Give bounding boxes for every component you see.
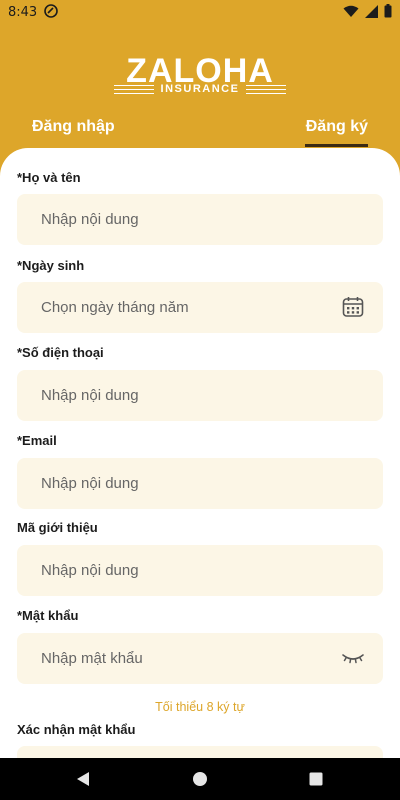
active-tab-indicator bbox=[305, 144, 368, 147]
brand-logo: ZALOHA INSURANCE bbox=[0, 52, 400, 100]
confirm-password-label: Xác nhận mật khẩu bbox=[17, 722, 136, 737]
password-label: *Mật khẩu bbox=[17, 608, 79, 623]
phone-label: *Số điện thoại bbox=[17, 345, 104, 360]
phone-field[interactable] bbox=[17, 370, 383, 421]
password-hint: Tối thiểu 8 ký tự bbox=[155, 700, 245, 714]
logo-subtitle: INSURANCE bbox=[160, 83, 240, 95]
battery-icon bbox=[384, 4, 392, 18]
birth-date-field[interactable] bbox=[17, 282, 383, 333]
birth-date-label: *Ngày sinh bbox=[17, 258, 85, 273]
logo-subtitle-block: INSURANCE bbox=[114, 82, 286, 96]
phone-input[interactable] bbox=[41, 370, 331, 421]
status-icons bbox=[343, 4, 392, 18]
referral-code-input[interactable] bbox=[41, 545, 331, 596]
full-name-label: *Họ và tên bbox=[17, 170, 81, 185]
system-nav-bar bbox=[0, 758, 400, 800]
password-input[interactable] bbox=[41, 633, 331, 684]
signal-icon bbox=[365, 4, 378, 18]
recents-icon[interactable] bbox=[306, 769, 326, 789]
home-icon[interactable] bbox=[190, 769, 210, 789]
status-time: 8:43 bbox=[8, 5, 38, 20]
full-name-input[interactable] bbox=[41, 194, 331, 245]
email-label: *Email bbox=[17, 433, 57, 448]
tab-login[interactable]: Đăng nhập bbox=[32, 118, 115, 136]
referral-code-label: Mã giới thiệu bbox=[17, 520, 98, 535]
wifi-icon bbox=[343, 5, 359, 17]
tab-register[interactable]: Đăng ký bbox=[306, 118, 368, 136]
birth-date-input[interactable] bbox=[41, 282, 331, 333]
back-icon[interactable] bbox=[74, 769, 94, 789]
auth-tabs: Đăng nhập Đăng ký bbox=[0, 114, 400, 148]
full-name-field[interactable] bbox=[17, 194, 383, 245]
at-sign-icon bbox=[44, 4, 58, 18]
referral-code-field[interactable] bbox=[17, 545, 383, 596]
calendar-icon[interactable] bbox=[341, 295, 365, 319]
status-bar: 8:43 bbox=[0, 0, 400, 24]
confirm-password-field[interactable] bbox=[17, 746, 383, 758]
email-field[interactable] bbox=[17, 458, 383, 509]
email-input[interactable] bbox=[41, 458, 331, 509]
confirm-password-input[interactable] bbox=[41, 746, 331, 758]
register-form: *Họ và tên *Ngày sinh *Số điện thoại *Em… bbox=[0, 148, 400, 758]
password-field[interactable] bbox=[17, 633, 383, 684]
eye-closed-icon[interactable] bbox=[341, 646, 365, 670]
